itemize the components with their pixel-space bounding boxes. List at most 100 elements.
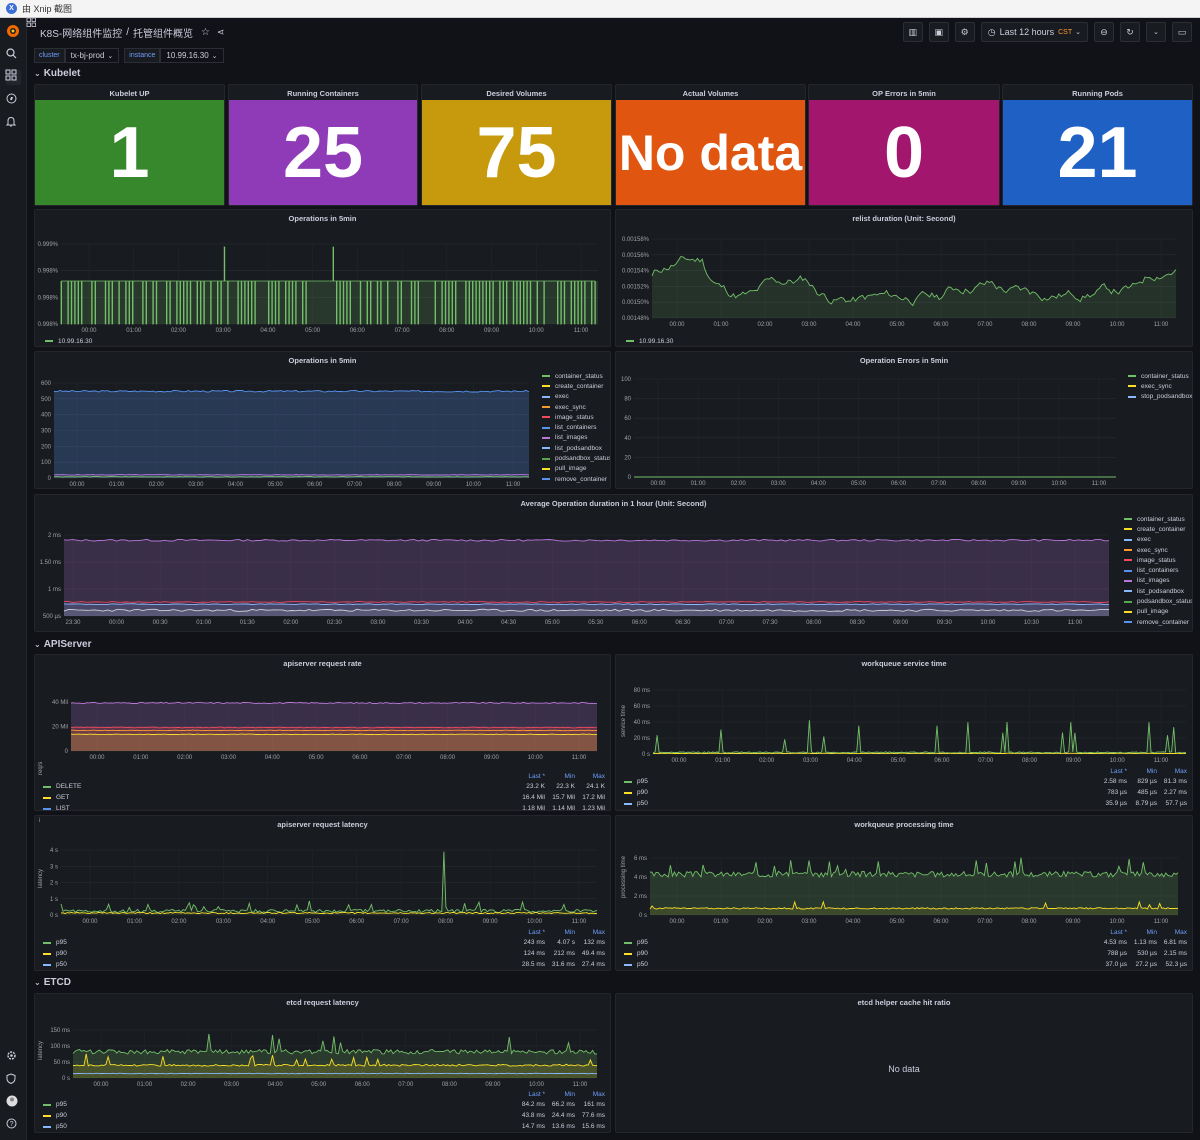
legend-row[interactable]: p95 243 ms 4.07 s 132 ms bbox=[43, 937, 605, 948]
row-apiserver[interactable]: ⌄ APIServer bbox=[34, 639, 92, 650]
legend-header-cell[interactable]: Max bbox=[1157, 929, 1187, 936]
grafana-logo-icon[interactable] bbox=[6, 24, 21, 39]
legend-row[interactable]: p90 124 ms 212 ms 49.4 ms bbox=[43, 948, 605, 959]
legend-header-cell[interactable]: Max bbox=[575, 773, 605, 780]
panel-etcd-request-latency[interactable]: etcd request latency 150 ms 100 ms 50 ms 0 … bbox=[34, 993, 611, 1133]
panel-etcd-cache-hit-ratio[interactable]: etcd helper cache hit ratio No data bbox=[615, 993, 1193, 1133]
legend-swatch bbox=[542, 426, 550, 429]
alerting-bell-icon[interactable] bbox=[5, 116, 21, 131]
time-picker-button[interactable]: ◷ Last 12 hours CST ⌄ bbox=[980, 22, 1088, 42]
legend-header-cell[interactable]: Last * bbox=[1097, 929, 1127, 936]
legend-header-cell[interactable]: Min bbox=[545, 929, 575, 936]
shield-icon[interactable] bbox=[6, 1073, 21, 1088]
panel-operations-5min-by-type[interactable]: Operations in 5min 600 500 400 300 200 100 0 00… bbox=[34, 351, 611, 489]
variable-select-instance[interactable]: 10.99.16.30 ⌄ bbox=[160, 48, 224, 63]
legend-item[interactable]: pull_image bbox=[1124, 607, 1192, 617]
refresh-button[interactable]: ↻ bbox=[1120, 22, 1140, 42]
legend-header-cell[interactable]: Min bbox=[545, 773, 575, 780]
save-dashboard-button[interactable]: ▣ bbox=[928, 22, 949, 42]
legend-header-cell[interactable]: Last * bbox=[515, 773, 545, 780]
legend-label: container_status bbox=[1137, 515, 1185, 523]
x-tick-label: 03:00 bbox=[771, 481, 787, 487]
legend-item[interactable]: podsandbox_status bbox=[542, 453, 610, 463]
legend-row[interactable]: p95 4.53 ms 1.13 ms 6.81 ms bbox=[624, 937, 1187, 948]
explore-icon[interactable] bbox=[6, 93, 21, 108]
dashboard-settings-button[interactable]: ⚙ bbox=[954, 22, 975, 42]
legend-item[interactable]: exec_sync bbox=[1124, 545, 1192, 555]
legend-row[interactable]: p50 14.7 ms 13.6 ms 15.6 ms bbox=[43, 1121, 605, 1132]
bar-chart-add-icon: ▥ bbox=[908, 26, 917, 37]
legend-row[interactable]: GET 16.4 Mil 15.7 Mil 17.2 Mil bbox=[43, 792, 605, 803]
legend-item[interactable]: container_status bbox=[1124, 514, 1192, 524]
row-etcd[interactable]: ⌄ ETCD bbox=[34, 977, 71, 988]
legend-item[interactable]: list_containers bbox=[542, 422, 610, 432]
user-avatar-icon[interactable] bbox=[6, 1095, 21, 1110]
row-kubelet[interactable]: ⌄ Kubelet bbox=[34, 68, 80, 79]
panel-operation-errors[interactable]: Operation Errors in 5min 100 80 60 40 20 0 00:… bbox=[615, 351, 1193, 489]
legend-item[interactable]: remove_container bbox=[542, 474, 610, 484]
legend-row[interactable]: p50 37.0 µs 27.2 µs 52.3 µs bbox=[624, 959, 1187, 970]
legend-item[interactable]: create_container bbox=[542, 381, 610, 391]
legend-item[interactable]: create_container bbox=[1124, 524, 1192, 534]
legend-header-cell[interactable]: Min bbox=[545, 1091, 575, 1098]
help-icon[interactable]: ? bbox=[6, 1118, 21, 1133]
legend-header-cell[interactable]: Max bbox=[575, 929, 605, 936]
legend-table: Last * Min Max p95 243 ms 4.07 s 132 ms p90 124 … bbox=[43, 927, 605, 970]
tv-mode-button[interactable]: ▭ bbox=[1172, 22, 1192, 42]
panel-apiserver-request-rate[interactable]: apiserver request rate 40 Mil 20 Mil 0 00:0… bbox=[34, 654, 611, 811]
legend-row[interactable]: p90 43.8 ms 24.4 ms 77.6 ms bbox=[43, 1110, 605, 1121]
legend-header-cell[interactable]: Last * bbox=[515, 929, 545, 936]
panel-apiserver-request-latency[interactable]: apiserver request latency i 4 s3 s2 s1 s… bbox=[34, 815, 611, 971]
legend-item[interactable]: container_status bbox=[1128, 371, 1192, 381]
star-icon[interactable]: ☆ bbox=[201, 27, 210, 38]
legend-item[interactable]: podsandbox_status bbox=[1124, 596, 1192, 606]
legend-item[interactable]: 10.99.16.30 bbox=[626, 336, 673, 346]
legend-item[interactable]: remove_container bbox=[1124, 617, 1192, 627]
legend-row[interactable]: p95 84.2 ms 66.2 ms 161 ms bbox=[43, 1099, 605, 1110]
legend-item[interactable]: list_images bbox=[1124, 576, 1192, 586]
zoom-out-button[interactable]: ⊖ bbox=[1094, 22, 1114, 42]
legend-row[interactable]: p90 783 µs 485 µs 2.27 ms bbox=[624, 787, 1187, 798]
y-tick-label: 100 bbox=[41, 460, 52, 466]
share-icon[interactable]: ⋖ bbox=[217, 27, 225, 38]
panel-workqueue-service-time[interactable]: workqueue service time 80 ms 60 ms 40 ms 20… bbox=[615, 654, 1193, 811]
legend-header-cell[interactable]: Max bbox=[1157, 768, 1187, 775]
legend-header-cell[interactable]: Last * bbox=[515, 1091, 545, 1098]
legend-item[interactable]: exec bbox=[1124, 535, 1192, 545]
panel-operations-5min-instance[interactable]: Operations in 5min 0.999% 0.998% 0.998% 0.9… bbox=[34, 209, 611, 347]
breadcrumb-dashboard[interactable]: 托管组件概览 bbox=[133, 25, 193, 40]
legend-item[interactable]: image_status bbox=[542, 412, 610, 422]
legend-item[interactable]: exec bbox=[542, 392, 610, 402]
settings-gear-icon[interactable] bbox=[6, 1050, 21, 1065]
legend-item[interactable]: list_podsandbox bbox=[542, 443, 610, 453]
legend-row[interactable]: p95 2.58 ms 829 µs 81.3 ms bbox=[624, 776, 1187, 787]
legend-item[interactable]: list_images bbox=[542, 433, 610, 443]
legend-item[interactable]: exec_sync bbox=[1128, 381, 1192, 391]
legend-item[interactable]: pull_image bbox=[542, 464, 610, 474]
legend-row[interactable]: DELETE 23.2 K 22.3 K 24.1 K bbox=[43, 781, 605, 792]
search-icon[interactable] bbox=[6, 48, 21, 63]
panel-relist-duration[interactable]: relist duration (Unit: Second) 0.00158% 0… bbox=[615, 209, 1193, 347]
legend-header-cell[interactable]: Min bbox=[1127, 929, 1157, 936]
legend-item[interactable]: 10.99.16.30 bbox=[45, 336, 92, 346]
legend-item[interactable]: image_status bbox=[1124, 555, 1192, 565]
breadcrumb-folder[interactable]: K8S-网络组件监控 bbox=[40, 25, 122, 40]
legend-header-cell[interactable]: Last * bbox=[1097, 768, 1127, 775]
legend-row[interactable]: p50 28.5 ms 31.6 ms 27.4 ms bbox=[43, 959, 605, 970]
panel-workqueue-processing-time[interactable]: workqueue processing time 6 ms 4 ms 2 ms 0 … bbox=[615, 815, 1193, 971]
add-panel-button[interactable]: ▥ bbox=[902, 22, 923, 42]
legend-item[interactable]: list_containers bbox=[1124, 565, 1192, 575]
legend-header-cell[interactable]: Max bbox=[575, 1091, 605, 1098]
panel-average-operation-duration[interactable]: Average Operation duration in 1 hour (Un… bbox=[34, 494, 1193, 632]
legend-item[interactable]: list_podsandbox bbox=[1124, 586, 1192, 596]
refresh-interval-button[interactable]: ⌄ bbox=[1146, 22, 1166, 42]
legend-item[interactable]: container_status bbox=[542, 371, 610, 381]
legend-row[interactable]: LIST 1.18 Mil 1.14 Mil 1.23 Mil bbox=[43, 803, 605, 810]
legend-header-cell[interactable]: Min bbox=[1127, 768, 1157, 775]
legend-item[interactable]: exec_sync bbox=[542, 402, 610, 412]
legend-row[interactable]: p50 35.9 µs 8.79 µs 57.7 µs bbox=[624, 798, 1187, 809]
dashboards-icon[interactable] bbox=[5, 69, 21, 85]
legend-row[interactable]: p90 788 µs 530 µs 2.15 ms bbox=[624, 948, 1187, 959]
variable-select-cluster[interactable]: tx-bj-prod ⌄ bbox=[64, 48, 120, 63]
legend-item[interactable]: stop_podsandbox bbox=[1128, 392, 1192, 402]
